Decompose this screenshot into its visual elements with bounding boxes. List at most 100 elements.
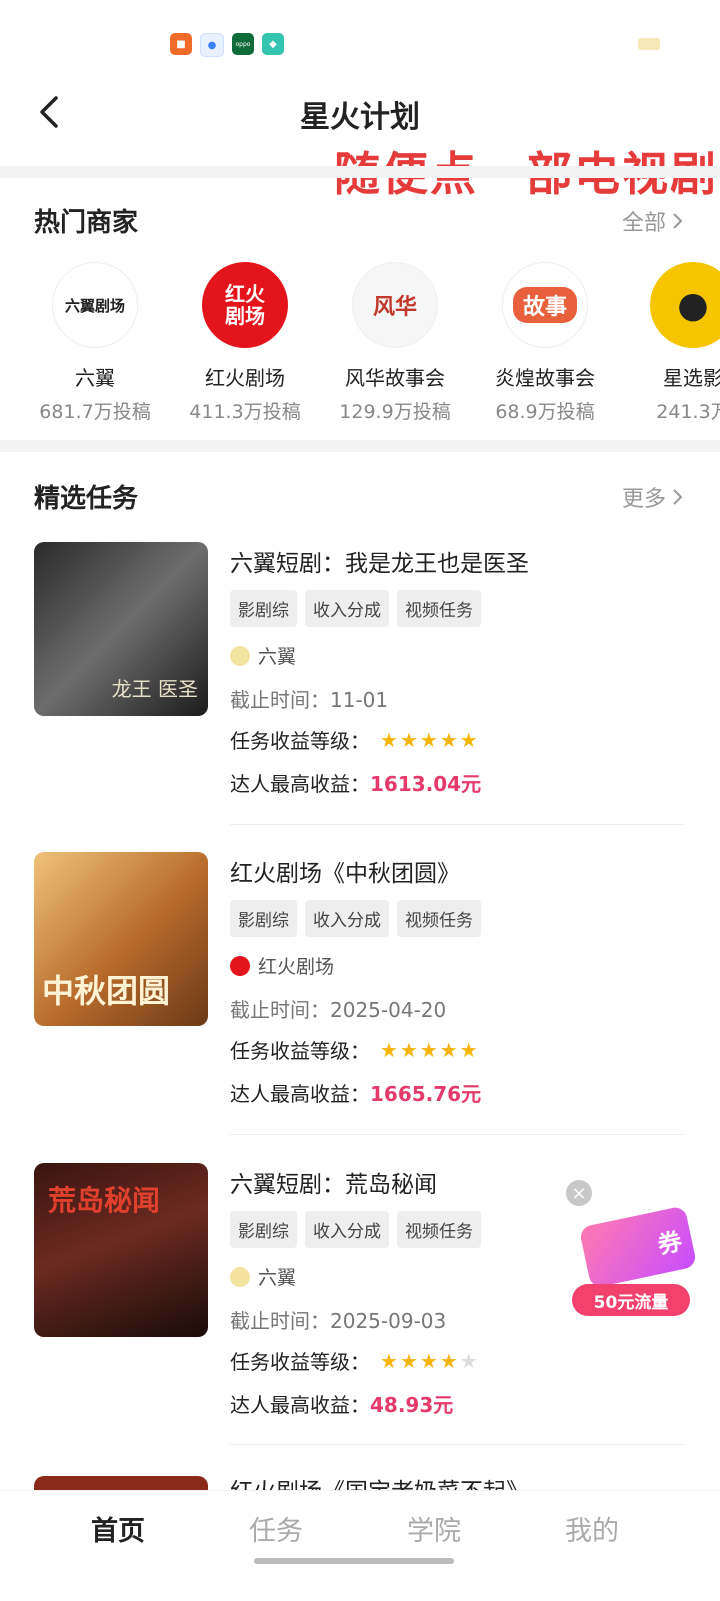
income-label: 达人最高收益： — [230, 1082, 370, 1106]
star-filled-icon: ★ — [459, 1037, 478, 1062]
task-poster: 荒岛秘闻 — [34, 1163, 208, 1337]
star-filled-icon: ★ — [459, 727, 478, 752]
star-filled-icon: ★ — [439, 1037, 458, 1062]
merchant-item-xingxuan[interactable]: ● 星选影 241.3万 — [618, 262, 720, 422]
deadline-value: 11-01 — [330, 688, 389, 712]
task-income: 达人最高收益：1613.04元 — [230, 768, 481, 797]
star-filled-icon: ★ — [419, 1037, 438, 1062]
task-card[interactable]: 龙王 医圣 六翼短剧：我是龙王也是医圣 影剧综 收入分成 视频任务 六翼 截止时… — [34, 542, 684, 832]
merchant-name: 风华故事会 — [345, 366, 445, 390]
chevron-right-icon — [673, 213, 683, 229]
income-value: 48.93元 — [370, 1393, 454, 1417]
owner-name: 红火剧场 — [258, 956, 335, 978]
tag: 影剧综 — [230, 1211, 297, 1248]
owner-name: 六翼 — [258, 646, 297, 668]
task-tags: 影剧综 收入分成 视频任务 — [230, 590, 481, 627]
owner-name: 六翼 — [258, 1267, 297, 1289]
row-divider — [230, 1444, 684, 1445]
merchant-logo: 红火剧场 — [202, 262, 288, 348]
income-value: 1613.04元 — [370, 772, 482, 796]
tag: 视频任务 — [397, 590, 481, 627]
merchant-logo-text: 风华 — [372, 295, 417, 320]
owner-logo-icon — [230, 645, 250, 666]
hot-merchants-all-link[interactable]: 全部 — [622, 205, 684, 237]
merchant-logo: 故事 — [502, 262, 588, 348]
task-level: 任务收益等级： ★ ★ ★ ★ ★ — [230, 1035, 478, 1064]
coupon-float[interactable]: × 券 50元流量 — [566, 1180, 698, 1330]
selected-tasks-title: 精选任务 — [34, 484, 139, 514]
tab-academy[interactable]: 学院 — [374, 1509, 494, 1548]
star-empty-icon: ★ — [459, 1348, 478, 1373]
task-title-partial[interactable]: 红火剧场《国宝老奶菜不起》 — [230, 1472, 529, 1490]
close-icon[interactable]: × — [566, 1180, 592, 1206]
task-poster: 中秋团圆 — [34, 852, 208, 1026]
star-filled-icon: ★ — [419, 1348, 438, 1373]
deadline-label: 截止时间： — [230, 688, 330, 712]
owner-logo-icon — [230, 1266, 250, 1287]
tab-home[interactable]: 首页 — [58, 1509, 178, 1548]
tag: 视频任务 — [397, 900, 481, 937]
oppo-notification-icon: oppo — [232, 33, 254, 55]
merchant-count: 241.3万 — [656, 401, 720, 422]
income-label: 达人最高收益： — [230, 772, 370, 796]
merchant-item-liuyi[interactable]: 六翼剧场 六翼 681.7万投稿 — [20, 262, 170, 422]
home-indicator[interactable] — [254, 1558, 454, 1564]
merchant-name: 炎煌故事会 — [495, 366, 595, 390]
merchant-item-honghuo[interactable]: 红火剧场 红火剧场 411.3万投稿 — [170, 262, 320, 422]
tag: 影剧综 — [230, 590, 297, 627]
merchant-count: 129.9万投稿 — [339, 401, 451, 422]
merchant-item-yanhuang[interactable]: 故事 炎煌故事会 68.9万投稿 — [470, 262, 620, 422]
merchant-count: 411.3万投稿 — [189, 401, 301, 422]
chevron-right-icon — [673, 489, 683, 505]
task-level: 任务收益等级： ★ ★ ★ ★ ★ — [230, 1346, 478, 1375]
all-label: 全部 — [621, 211, 666, 236]
rating-stars: ★ ★ ★ ★ ★ — [380, 728, 478, 752]
level-label: 任务收益等级： — [230, 1350, 370, 1374]
tag: 视频任务 — [397, 1211, 481, 1248]
income-value: 1665.76元 — [370, 1082, 482, 1106]
task-owner: 六翼 — [230, 642, 296, 669]
merchant-item-fenghua[interactable]: 风华 风华故事会 129.9万投稿 — [320, 262, 470, 422]
hot-merchants-list: 六翼剧场 六翼 681.7万投稿 红火剧场 红火剧场 411.3万投稿 风华 风… — [0, 262, 720, 422]
merchant-name: 六翼 — [75, 366, 115, 390]
task-poster-partial[interactable] — [34, 1476, 208, 1490]
poster-title-art: 龙王 医圣 — [111, 677, 198, 701]
rating-stars: ★ ★ ★ ★ ★ — [380, 1038, 478, 1062]
merchant-logo-text: 红火剧场 — [225, 282, 265, 328]
task-poster: 龙王 医圣 — [34, 542, 208, 716]
tag: 影剧综 — [230, 900, 297, 937]
merchant-logo: 风华 — [352, 262, 438, 348]
film-reel-icon: ● — [650, 262, 720, 348]
task-title: 六翼短剧：我是龙王也是医圣 — [230, 551, 529, 577]
task-owner: 红火剧场 — [230, 952, 334, 979]
section-divider — [0, 440, 720, 452]
task-title: 红火剧场《中秋团圆》 — [230, 861, 460, 887]
tab-tasks[interactable]: 任务 — [216, 1509, 336, 1548]
merchant-logo-text: 故事 — [512, 287, 577, 323]
status-bar: ■ ● oppo ◆ — [0, 0, 720, 90]
tag: 收入分成 — [305, 1211, 389, 1248]
task-tags: 影剧综 收入分成 视频任务 — [230, 1211, 481, 1248]
tab-mine[interactable]: 我的 — [532, 1509, 652, 1548]
hot-merchants-title: 热门商家 — [34, 208, 139, 238]
star-filled-icon: ★ — [399, 1037, 418, 1062]
star-filled-icon: ★ — [380, 1348, 398, 1373]
task-card[interactable]: 中秋团圆 红火剧场《中秋团圆》 影剧综 收入分成 视频任务 红火剧场 截止时间：… — [34, 852, 684, 1142]
deadline-label: 截止时间： — [230, 998, 330, 1022]
merchant-name: 星选影 — [663, 366, 720, 390]
star-filled-icon: ★ — [380, 727, 398, 752]
selected-tasks-more-link[interactable]: 更多 — [622, 481, 684, 513]
tag: 收入分成 — [305, 590, 389, 627]
deadline-value: 2025-04-20 — [330, 998, 447, 1022]
poster-title-art: 中秋团圆 — [42, 972, 171, 1010]
task-income: 达人最高收益：1665.76元 — [230, 1078, 481, 1107]
merchant-logo: 六翼剧场 — [52, 262, 138, 348]
coupon-label: 50元流量 — [572, 1284, 690, 1316]
owner-logo-icon — [230, 955, 250, 976]
deadline-value: 2025-09-03 — [330, 1309, 447, 1333]
app-notification-icon: ■ — [170, 33, 192, 55]
task-tags: 影剧综 收入分成 视频任务 — [230, 900, 481, 937]
bottom-tab-bar: 首页 任务 学院 我的 — [0, 1490, 720, 1601]
star-filled-icon: ★ — [399, 1348, 418, 1373]
battery-icon — [638, 38, 660, 50]
